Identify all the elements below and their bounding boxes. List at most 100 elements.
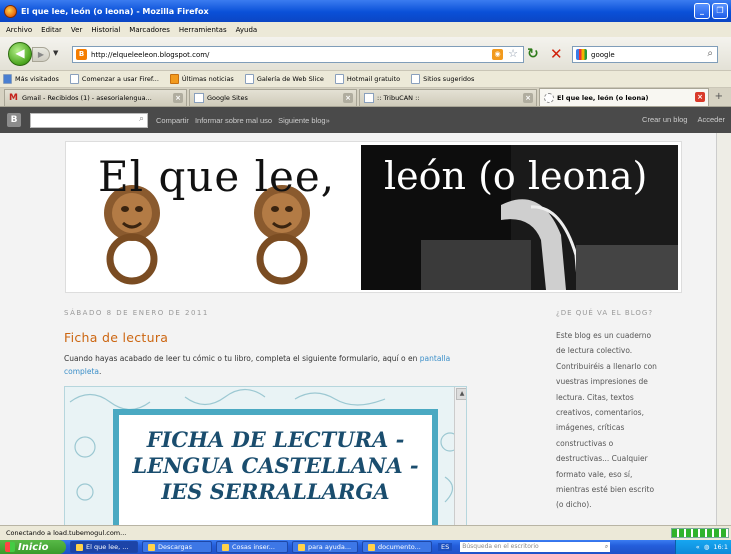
url-bar[interactable]: B http://elqueleeleon.blogspot.com/ ◉ ☆ [72,46,524,63]
language-indicator[interactable]: ES [438,543,453,551]
url-text[interactable]: http://elqueleeleon.blogspot.com/ [91,51,209,59]
task-label[interactable]: Cosas inser... [232,543,275,551]
folder-icon [222,543,229,551]
page-icon [334,74,344,84]
bookmark-label[interactable]: Últimas noticias [182,75,234,83]
sidebar: ¿DE QUÉ VA EL BLOG? Este blog es un cuad… [556,309,686,513]
page-viewport: El que lee, león (o leona) SÁBADO 8 DE E… [0,133,716,525]
gmail-icon: M [9,93,18,103]
reload-icon[interactable]: ↻ [527,46,539,62]
bookmark-noticias[interactable]: Últimas noticias [169,74,234,84]
scroll-up-icon[interactable]: ▲ [456,388,466,400]
new-tab-icon[interactable]: + [715,91,723,102]
search-box[interactable]: google ⌕ [572,46,718,63]
bookmark-label[interactable]: Galería de Web Slice [257,75,324,83]
tab-tribucan[interactable]: :: TribuCAN :: × [359,89,537,106]
status-text: Conectando a load.tubemogul.com... [6,529,127,537]
stop-icon[interactable]: ✕ [550,45,563,63]
task-label[interactable]: El que lee, ... [86,543,128,551]
tab-label[interactable]: Gmail - Recibidos (1) - asesorialengua..… [22,94,152,102]
minimize-button[interactable]: _ [694,3,710,19]
page-scrollbar[interactable] [716,133,731,525]
bookmark-comenzar[interactable]: Comenzar a usar Firef... [69,74,159,84]
menu-editar[interactable]: Editar [41,26,62,34]
windows-logo-icon [5,542,15,552]
menu-ayuda[interactable]: Ayuda [236,26,258,34]
tray-arrow-icon[interactable]: « [696,543,700,551]
menu-marcadores[interactable]: Marcadores [129,26,170,34]
page-icon [364,93,374,103]
bookmark-hotmail[interactable]: Hotmail gratuito [334,74,400,84]
status-bar: Conectando a load.tubemogul.com... [0,525,731,540]
search-icon[interactable]: ⌕ [707,48,713,59]
share-link[interactable]: Compartir [156,116,189,125]
bookmark-mas-visitados[interactable]: Más visitados [3,74,59,84]
windows-taskbar: Inicio El que lee, ... Descargas Cosas i… [0,540,731,554]
menu-ver[interactable]: Ver [71,26,82,34]
task-label[interactable]: documento... [378,543,421,551]
sidebar-line: vuestras impresiones de [556,377,648,387]
restore-button[interactable]: ❐ [712,3,728,19]
tab-label[interactable]: :: TribuCAN :: [377,94,419,102]
task-descargas[interactable]: Descargas [142,541,212,553]
blogger-logo-icon[interactable]: B [7,113,21,127]
search-value[interactable]: google [591,51,615,59]
bookmark-label[interactable]: Comenzar a usar Firef... [82,75,159,83]
close-tab-icon[interactable]: × [695,92,705,102]
menu-historial[interactable]: Historial [91,26,120,34]
task-cosas[interactable]: Cosas inser... [216,541,288,553]
bookmark-label[interactable]: Sitios sugeridos [423,75,474,83]
download-icon [148,543,155,551]
forward-button[interactable]: ▶ [32,47,50,62]
tab-google-sites[interactable]: Google Sites × [189,89,357,106]
menu-archivo[interactable]: Archivo [6,26,32,34]
report-abuse-link[interactable]: Informar sobre mal uso [195,116,272,125]
tab-label[interactable]: El que lee, león (o leona) [557,94,648,102]
rss-icon [169,74,179,84]
embed-scrollbar[interactable]: ▲ [454,387,466,525]
document-icon [368,543,375,551]
close-tab-icon[interactable]: × [343,93,353,103]
search-icon[interactable]: ⌕ [605,542,608,552]
desktop-search-input[interactable]: Búsqueda en el escritorio ⌕ [460,542,611,552]
history-dropdown-icon[interactable]: ▼ [53,49,58,57]
blog-header-image[interactable]: El que lee, león (o leona) [65,141,682,293]
firefox-icon [76,543,83,551]
task-label[interactable]: para ayuda... [308,543,351,551]
bookmark-web-slice[interactable]: Galería de Web Slice [244,74,324,84]
tab-el-que-lee[interactable]: El que lee, león (o leona) × [539,88,709,106]
close-tab-icon[interactable]: × [173,93,183,103]
search-icon[interactable]: ⌕ [139,114,144,124]
tab-label[interactable]: Google Sites [207,94,248,102]
blogger-navbar: B ⌕ Compartir Informar sobre mal uso Sig… [0,107,731,133]
login-link[interactable]: Acceder [697,115,725,124]
task-label[interactable]: Descargas [158,543,192,551]
rss-icon[interactable]: ◉ [492,49,503,60]
bookmark-label[interactable]: Más visitados [15,75,59,83]
close-tab-icon[interactable]: × [523,93,533,103]
post-title[interactable]: Ficha de lectura [64,330,484,345]
sidebar-line: lectura. Citas, textos [556,392,634,402]
page-icon [244,74,254,84]
page-icon [411,74,421,84]
back-button[interactable]: ◀ [8,42,32,66]
embedded-form[interactable]: FICHA DE LECTURA - LENGUA CASTELLANA - I… [64,386,467,525]
loading-progress-bar [671,528,729,538]
menu-herramientas[interactable]: Herramientas [179,26,227,34]
start-label[interactable]: Inicio [18,542,49,553]
next-blog-link[interactable]: Siguiente blog» [278,116,330,125]
blog-search-input[interactable]: ⌕ [30,112,148,128]
bookmark-label[interactable]: Hotmail gratuito [347,75,400,83]
task-firefox[interactable]: El que lee, ... [70,541,138,553]
task-documento[interactable]: documento... [362,541,432,553]
google-icon[interactable] [576,49,587,60]
bookmark-sitios[interactable]: Sitios sugeridos [411,74,474,84]
bookmark-star-icon[interactable]: ☆ [508,47,518,60]
tab-gmail[interactable]: M Gmail - Recibidos (1) - asesorialengua… [4,89,187,106]
tab-strip: M Gmail - Recibidos (1) - asesorialengua… [0,88,731,107]
form-title-line-3: IES SERRALLARGA [161,479,390,504]
create-blog-link[interactable]: Crear un blog [642,115,687,124]
task-ayuda[interactable]: para ayuda... [292,541,358,553]
network-icon[interactable]: ◍ [704,543,710,551]
start-button[interactable]: Inicio [0,540,66,554]
